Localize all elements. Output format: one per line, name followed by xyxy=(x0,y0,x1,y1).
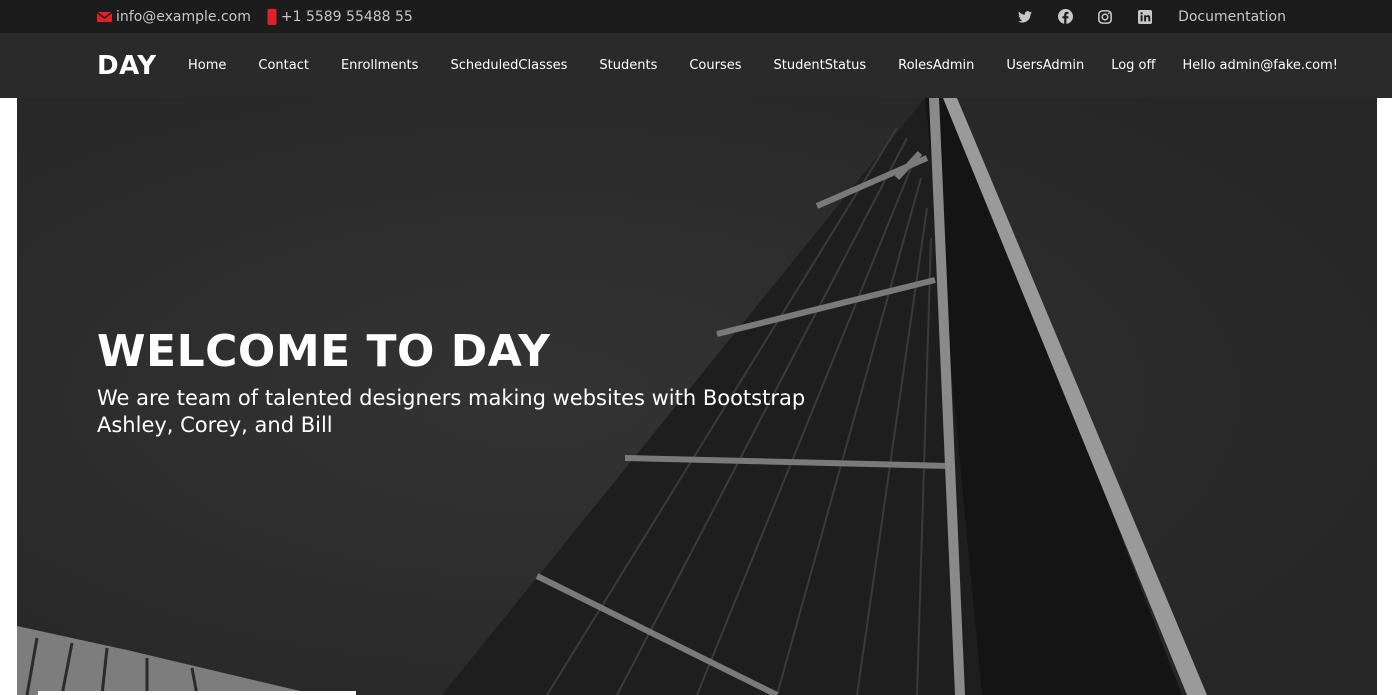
brand-logo[interactable]: DAY xyxy=(97,33,157,98)
hero-title: WELCOME TO DAY xyxy=(97,326,551,377)
hero-section: WELCOME TO DAY We are team of talented d… xyxy=(17,98,1377,695)
bottom-divider xyxy=(38,691,356,695)
nav-item-user-greeting[interactable]: Hello admin@fake.com! xyxy=(1182,58,1338,73)
phone-icon xyxy=(267,8,277,25)
nav-item-scheduledclasses[interactable]: ScheduledClasses xyxy=(450,58,567,73)
instagram-icon[interactable] xyxy=(1097,9,1113,25)
nav-item-rolesadmin[interactable]: RolesAdmin xyxy=(898,58,974,73)
twitter-icon[interactable] xyxy=(1017,9,1033,25)
nav-item-home[interactable]: Home xyxy=(188,58,226,73)
hero-subtitle: We are team of talented designers making… xyxy=(97,386,806,437)
phone-contact[interactable]: +1 5589 55488 55 xyxy=(267,8,413,25)
nav-item-logoff[interactable]: Log off xyxy=(1111,58,1155,73)
nav-item-usersadmin[interactable]: UsersAdmin xyxy=(1006,58,1084,73)
nav-item-enrollments[interactable]: Enrollments xyxy=(341,58,418,73)
social-links: Documentation xyxy=(993,0,1286,33)
nav-item-contact[interactable]: Contact xyxy=(258,58,309,73)
nav-item-courses[interactable]: Courses xyxy=(689,58,741,73)
contact-info: info@example.com +1 5589 55488 55 xyxy=(97,0,429,33)
nav-menu: Home Contact Enrollments ScheduledClasse… xyxy=(188,33,1338,98)
nav-item-students[interactable]: Students xyxy=(599,58,657,73)
envelope-icon xyxy=(97,11,112,23)
nav-item-studentstatus[interactable]: StudentStatus xyxy=(774,58,867,73)
linkedin-icon[interactable] xyxy=(1137,9,1153,25)
email-contact[interactable]: info@example.com xyxy=(97,9,251,25)
facebook-icon[interactable] xyxy=(1057,9,1073,25)
phone-text: +1 5589 55488 55 xyxy=(280,8,413,25)
top-bar: info@example.com +1 5589 55488 55 Docume… xyxy=(0,0,1392,33)
main-navbar: DAY Home Contact Enrollments ScheduledCl… xyxy=(0,33,1392,98)
email-text: info@example.com xyxy=(116,8,251,25)
documentation-link[interactable]: Documentation xyxy=(1178,9,1286,25)
